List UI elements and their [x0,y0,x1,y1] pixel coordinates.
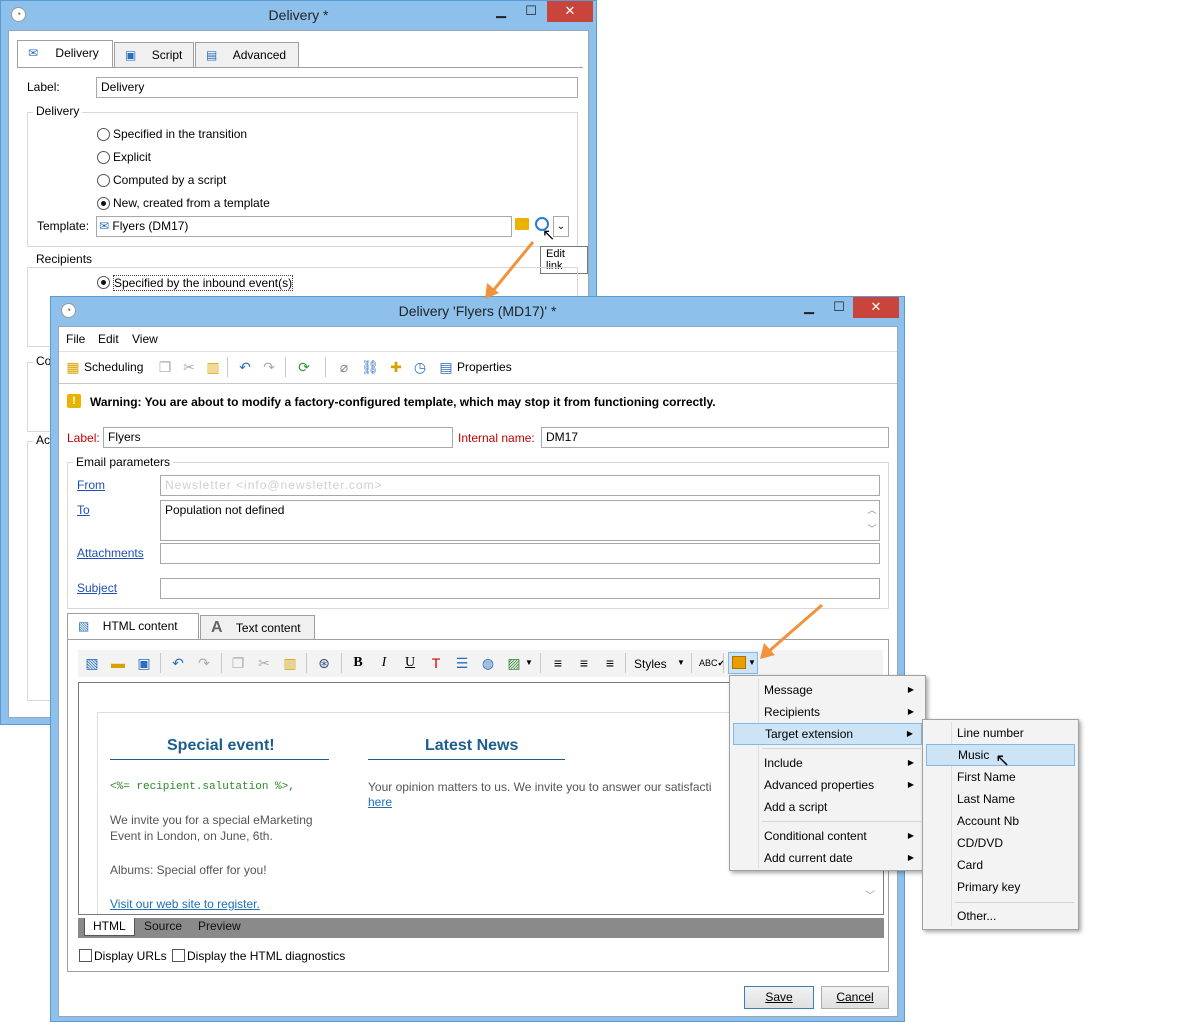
annotation-arrowhead-2 [760,643,775,659]
annotation-arrow-2 [767,603,823,654]
annotation-arrow-1 [490,241,535,293]
annotation-arrows [485,241,823,659]
